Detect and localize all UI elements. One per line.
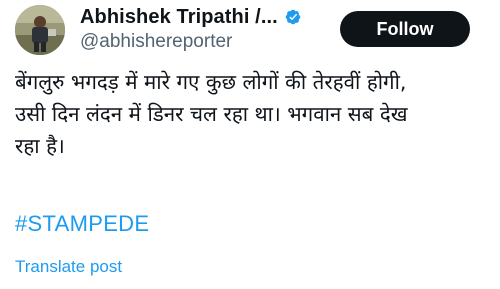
tweet-header: Abhishek Tripathi /... @abhishereporter …	[0, 0, 500, 62]
avatar-photo	[15, 5, 65, 55]
follow-button[interactable]: Follow	[340, 11, 470, 47]
hashtag-link[interactable]: #STAMPEDE	[15, 211, 149, 237]
author-display-name[interactable]: Abhishek Tripathi /...	[80, 6, 278, 29]
translate-post-link[interactable]: Translate post	[15, 257, 122, 277]
avatar[interactable]	[15, 5, 65, 55]
author-handle[interactable]: @abhishereporter	[80, 31, 232, 53]
tweet-text-line: उसी दिन लंदन में डिनर चल रहा था। भगवान स…	[15, 102, 408, 126]
verified-badge-icon	[283, 7, 303, 27]
tweet-text: बेंगलुरु भगदड़ में मारे गए कुछ लोगों की …	[15, 66, 490, 162]
tweet-text-line: रहा है।	[15, 134, 65, 158]
tweet-text-line: बेंगलुरु भगदड़ में मारे गए कुछ लोगों की …	[15, 70, 407, 94]
author-name-row: Abhishek Tripathi /...	[80, 4, 303, 30]
